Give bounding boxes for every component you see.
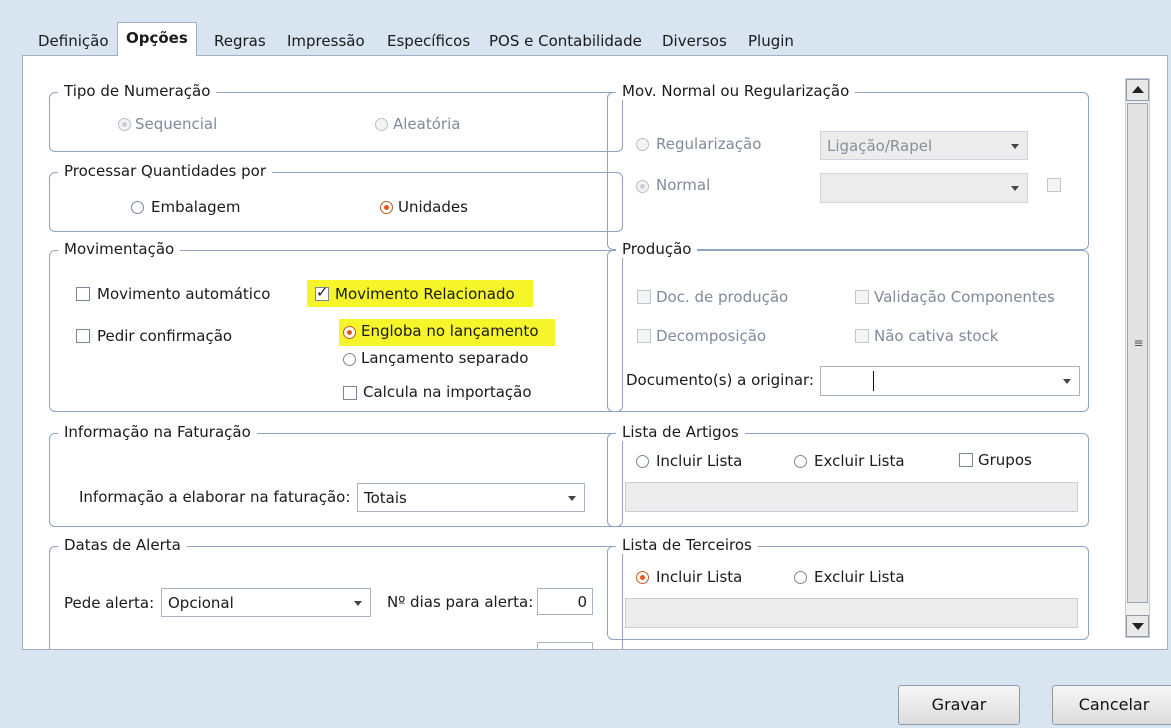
arrow-down-icon (1132, 623, 1144, 630)
checkbox-movimento-relacionado[interactable] (315, 283, 329, 301)
dias-alerta-label: Nº dias para alerta: (387, 593, 534, 611)
group-title: Tipo de Numeração (58, 82, 217, 100)
chevron-down-icon (1063, 379, 1071, 384)
group-lista-artigos: Lista de Artigos (607, 423, 1089, 527)
grip-icon: ≡ (1133, 336, 1144, 350)
informacao-faturacao-select[interactable]: Totais (357, 483, 585, 512)
scroll-thumb[interactable]: ≡ (1127, 103, 1148, 603)
radio-sequencial[interactable] (118, 118, 131, 131)
tab-especificos[interactable]: Específicos (387, 32, 470, 50)
tab-plugin[interactable]: Plugin (748, 32, 794, 50)
group-title: Informação na Faturação (58, 423, 257, 441)
radio-artigos-excluir[interactable] (794, 455, 807, 468)
chevron-down-icon (1011, 143, 1019, 149)
radio-terceiros-excluir-label: Excluir Lista (814, 568, 905, 586)
chevron-down-icon (568, 495, 576, 501)
group-title: Processar Quantidades por (58, 162, 273, 180)
tab-impressao[interactable]: Impressão (287, 32, 365, 50)
checkbox-decomposicao-label: Decomposição (656, 327, 767, 345)
vertical-scrollbar[interactable]: ≡ (1125, 78, 1150, 638)
radio-artigos-incluir-label: Incluir Lista (656, 452, 743, 470)
second-alert-input[interactable] (537, 642, 593, 649)
text-cursor (873, 371, 874, 391)
informacao-faturacao-value: Totais (364, 488, 407, 507)
informacao-faturacao-label: Informação a elaborar na faturação: (79, 488, 351, 506)
radio-regularizacao-label: Regularização (656, 135, 762, 153)
lista-artigos-field[interactable] (625, 482, 1078, 512)
radio-lancamento-separado[interactable] (343, 353, 356, 366)
pede-alerta-value: Opcional (168, 593, 234, 612)
checkbox-pedir-confirmacao-label: Pedir confirmação (97, 327, 233, 345)
dias-alerta-input[interactable]: 0 (537, 588, 593, 615)
group-title: Mov. Normal ou Regularização (616, 82, 856, 100)
checkbox-calcula-importacao-label: Calcula na importação (363, 383, 532, 401)
radio-unidades-label: Unidades (398, 198, 468, 216)
tab-definicao[interactable]: Definição (38, 32, 109, 50)
checkbox-grupos-label: Grupos (978, 451, 1032, 469)
radio-terceiros-incluir[interactable] (636, 571, 649, 584)
radio-embalagem-label: Embalagem (151, 198, 241, 216)
radio-terceiros-excluir[interactable] (794, 571, 807, 584)
pede-alerta-label: Pede alerta: (64, 594, 155, 612)
radio-artigos-excluir-label: Excluir Lista (814, 452, 905, 470)
options-panel: Tipo de Numeração Sequencial Aleatória P… (22, 55, 1168, 650)
radio-lancamento-separado-label: Lançamento separado (361, 349, 529, 367)
group-title: Lista de Terceiros (616, 536, 758, 554)
gravar-button[interactable]: Gravar (898, 685, 1020, 725)
group-informacao-faturacao: Informação na Faturação (49, 423, 623, 527)
checkbox-doc-producao-label: Doc. de produção (656, 288, 789, 306)
radio-unidades[interactable] (380, 201, 393, 214)
documentos-originar-select[interactable] (820, 366, 1080, 396)
checkbox-normal-extra[interactable] (1047, 178, 1061, 192)
checkbox-movimento-relacionado-label: Movimento Relacionado (335, 285, 515, 303)
radio-normal[interactable] (636, 180, 649, 193)
checkbox-movimento-automatico-label: Movimento automático (97, 285, 271, 303)
cancelar-button[interactable]: Cancelar (1052, 685, 1171, 725)
radio-engloba-lancamento[interactable] (343, 326, 356, 339)
checkbox-validacao-componentes-label: Validação Componentes (874, 288, 1055, 306)
group-title: Lista de Artigos (616, 423, 745, 441)
radio-terceiros-incluir-label: Incluir Lista (656, 568, 743, 586)
radio-artigos-incluir[interactable] (636, 455, 649, 468)
tab-diversos[interactable]: Diversos (662, 32, 727, 50)
group-title: Datas de Alerta (58, 536, 187, 554)
group-mov-normal: Mov. Normal ou Regularização (607, 82, 1089, 250)
dias-alerta-value: 0 (577, 593, 587, 611)
chevron-down-icon (354, 600, 362, 606)
radio-embalagem[interactable] (131, 201, 144, 214)
group-title: Produção (616, 240, 698, 258)
radio-engloba-lancamento-label: Engloba no lançamento (361, 322, 539, 340)
tab-pos-contabilidade[interactable]: POS e Contabilidade (489, 32, 642, 50)
pede-alerta-select[interactable]: Opcional (161, 588, 371, 617)
radio-aleatoria-label: Aleatória (393, 115, 461, 133)
checkbox-doc-producao[interactable] (637, 290, 651, 304)
normal-select[interactable] (820, 173, 1028, 203)
tab-regras[interactable]: Regras (214, 32, 266, 50)
scroll-down-button[interactable] (1126, 615, 1149, 637)
radio-sequencial-label: Sequencial (135, 115, 218, 133)
radio-normal-label: Normal (656, 176, 711, 194)
radio-aleatoria[interactable] (375, 118, 388, 131)
scroll-up-button[interactable] (1126, 79, 1149, 101)
tab-opcoes[interactable]: Opções (117, 22, 197, 56)
radio-regularizacao[interactable] (636, 138, 649, 151)
checkbox-pedir-confirmacao[interactable] (76, 329, 90, 343)
regularizacao-select[interactable]: Ligação/Rapel (820, 131, 1028, 160)
documentos-originar-label: Documento(s) a originar: (626, 371, 814, 389)
group-title: Movimentação (58, 240, 181, 258)
checkbox-movimento-automatico[interactable] (76, 287, 90, 301)
checkbox-grupos[interactable] (959, 453, 973, 467)
arrow-up-icon (1132, 86, 1144, 93)
regularizacao-value: Ligação/Rapel (827, 136, 933, 155)
chevron-down-icon (1011, 186, 1019, 191)
checkbox-nao-cativa-stock-label: Não cativa stock (874, 327, 999, 345)
checkbox-nao-cativa-stock[interactable] (855, 329, 869, 343)
lista-terceiros-field[interactable] (625, 598, 1078, 628)
checkbox-validacao-componentes[interactable] (855, 290, 869, 304)
checkbox-decomposicao[interactable] (637, 329, 651, 343)
checkbox-calcula-importacao[interactable] (343, 386, 357, 400)
